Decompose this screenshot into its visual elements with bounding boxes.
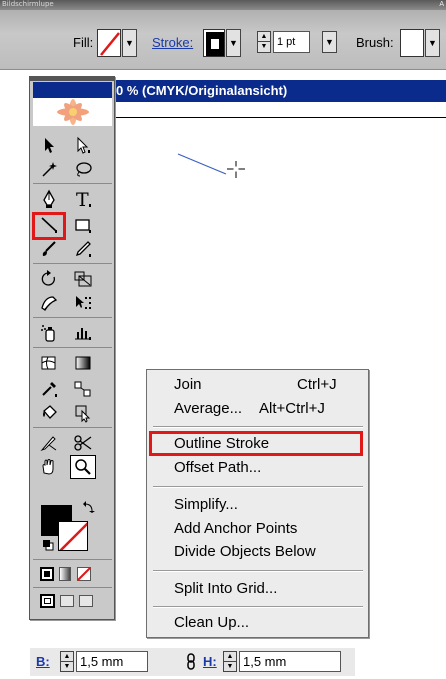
height-field[interactable]: 1,5 mm xyxy=(239,651,341,672)
link-chain-icon[interactable] xyxy=(186,653,196,671)
direct-selection-tool-icon[interactable] xyxy=(70,133,96,157)
transform-bar: B: ▲ ▼ 1,5 mm H: ▲ ▼ 1,5 mm xyxy=(30,648,355,676)
menu-item-join[interactable]: Join xyxy=(174,376,202,393)
no-fill-icon xyxy=(100,32,120,56)
color-mode-button[interactable] xyxy=(40,567,54,581)
mesh-tool-icon[interactable] xyxy=(36,351,62,375)
type-tool-icon[interactable]: T xyxy=(70,187,96,211)
illustrator-logo xyxy=(33,82,112,126)
width-field[interactable]: 1,5 mm xyxy=(76,651,148,672)
zoom-tool-icon[interactable] xyxy=(70,455,96,479)
screen-mode-full-button[interactable] xyxy=(79,595,93,607)
top-title-strip: Bildschirmlupe A xyxy=(0,0,446,10)
spin-up-icon[interactable]: ▲ xyxy=(61,652,73,662)
selected-tool-highlight xyxy=(32,212,66,240)
stroke-dropdown-button[interactable]: ▼ xyxy=(226,29,241,57)
menu-item-clean-up[interactable]: Clean Up... xyxy=(174,614,249,631)
stroke-label[interactable]: Stroke: xyxy=(152,35,193,50)
gradient-tool-icon[interactable] xyxy=(70,351,96,375)
rectangle-tool-icon[interactable] xyxy=(70,213,96,237)
hand-tool-icon[interactable] xyxy=(36,455,62,479)
gradient-mode-button[interactable] xyxy=(59,567,71,581)
drawn-line-with-crosshair[interactable] xyxy=(170,148,250,188)
height-stepper[interactable]: ▲ ▼ xyxy=(223,651,237,672)
pen-tool-icon[interactable] xyxy=(36,187,62,211)
menu-item-offset-path[interactable]: Offset Path... xyxy=(174,459,261,476)
title-strip-text: Bildschirmlupe xyxy=(2,0,54,8)
chevron-down-icon: ▼ xyxy=(428,38,437,48)
brush-dropdown-button[interactable]: ▼ xyxy=(425,29,440,57)
magic-wand-tool-icon[interactable] xyxy=(36,157,62,181)
menu-item-add-anchor-points[interactable]: Add Anchor Points xyxy=(174,520,297,537)
spin-up-icon[interactable]: ▲ xyxy=(258,32,270,42)
column-graph-tool-icon[interactable] xyxy=(70,321,96,345)
tools-panel-grip[interactable] xyxy=(30,77,114,81)
spin-up-icon[interactable]: ▲ xyxy=(224,652,236,662)
warp-tool-icon[interactable] xyxy=(36,291,62,315)
width-stepper[interactable]: ▲ ▼ xyxy=(60,651,74,672)
height-label: H: xyxy=(203,654,217,669)
spin-down-icon[interactable]: ▼ xyxy=(258,42,270,52)
crosshair-cursor-icon xyxy=(227,161,245,178)
fill-label: Fill: xyxy=(73,35,94,50)
menu-item-divide-objects-below[interactable]: Divide Objects Below xyxy=(174,543,316,560)
slice-tool-icon[interactable] xyxy=(36,431,62,455)
none-mode-button[interactable] xyxy=(77,567,91,581)
brush-swatch-button[interactable] xyxy=(400,29,424,57)
lasso-tool-icon[interactable] xyxy=(70,157,96,181)
scissors-tool-icon[interactable] xyxy=(70,431,96,455)
swap-colors-icon[interactable] xyxy=(83,501,95,513)
menu-shortcut-join: Ctrl+J xyxy=(297,376,337,393)
stroke-color-icon xyxy=(206,32,224,56)
pencil-tool-icon[interactable] xyxy=(70,237,96,261)
width-label: B: xyxy=(36,654,50,669)
menu-item-simplify[interactable]: Simplify... xyxy=(174,496,238,513)
chevron-down-icon: ▼ xyxy=(325,37,334,47)
live-paint-selection-tool-icon[interactable] xyxy=(70,401,96,425)
document-ruler-line xyxy=(113,117,446,118)
menu-shortcut-average: Alt+Ctrl+J xyxy=(259,400,325,417)
screen-mode-full-menu-button[interactable] xyxy=(60,595,74,607)
paintbrush-tool-icon[interactable] xyxy=(36,237,62,261)
svg-text:T: T xyxy=(76,189,89,209)
stroke-weight-stepper[interactable]: ▲ ▼ xyxy=(257,31,271,53)
document-title-bar[interactable]: 0 % (CMYK/Originalansicht) xyxy=(113,80,446,102)
live-paint-bucket-tool-icon[interactable] xyxy=(36,401,62,425)
symbol-sprayer-tool-icon[interactable] xyxy=(36,321,62,345)
chevron-down-icon: ▼ xyxy=(125,38,134,48)
tools-panel: T xyxy=(29,76,115,620)
free-transform-tool-icon[interactable] xyxy=(70,291,96,315)
default-colors-icon[interactable] xyxy=(42,539,54,551)
spin-down-icon[interactable]: ▼ xyxy=(224,662,236,672)
chevron-down-icon: ▼ xyxy=(229,38,238,48)
no-color-icon xyxy=(59,522,87,550)
stroke-weight-field[interactable]: 1 pt xyxy=(273,31,310,53)
brush-label: Brush: xyxy=(356,35,394,50)
menu-item-average[interactable]: Average... xyxy=(174,400,242,417)
scale-tool-icon[interactable] xyxy=(70,267,96,291)
menu-item-highlight xyxy=(149,431,363,456)
fill-dropdown-button[interactable]: ▼ xyxy=(122,29,137,57)
eyedropper-tool-icon[interactable] xyxy=(36,377,62,401)
title-strip-mark: A xyxy=(439,1,444,8)
control-bar: Fill: ▼ Stroke: ▼ ▲ ▼ 1 pt ▼ Brush: ▼ xyxy=(0,10,446,70)
selection-tool-icon[interactable] xyxy=(36,133,62,157)
stroke-weight-dropdown[interactable]: ▼ xyxy=(322,31,337,53)
spin-down-icon[interactable]: ▼ xyxy=(61,662,73,672)
menu-item-split-into-grid[interactable]: Split Into Grid... xyxy=(174,580,277,597)
stroke-color-box[interactable] xyxy=(58,521,88,551)
fill-swatch-button[interactable] xyxy=(97,29,121,57)
rotate-tool-icon[interactable] xyxy=(36,267,62,291)
stroke-swatch-button[interactable] xyxy=(203,29,225,57)
blend-tool-icon[interactable] xyxy=(70,377,96,401)
path-context-menu: Join Ctrl+J Average... Alt+Ctrl+J Outlin… xyxy=(146,369,369,638)
screen-mode-normal-button[interactable] xyxy=(40,594,55,608)
